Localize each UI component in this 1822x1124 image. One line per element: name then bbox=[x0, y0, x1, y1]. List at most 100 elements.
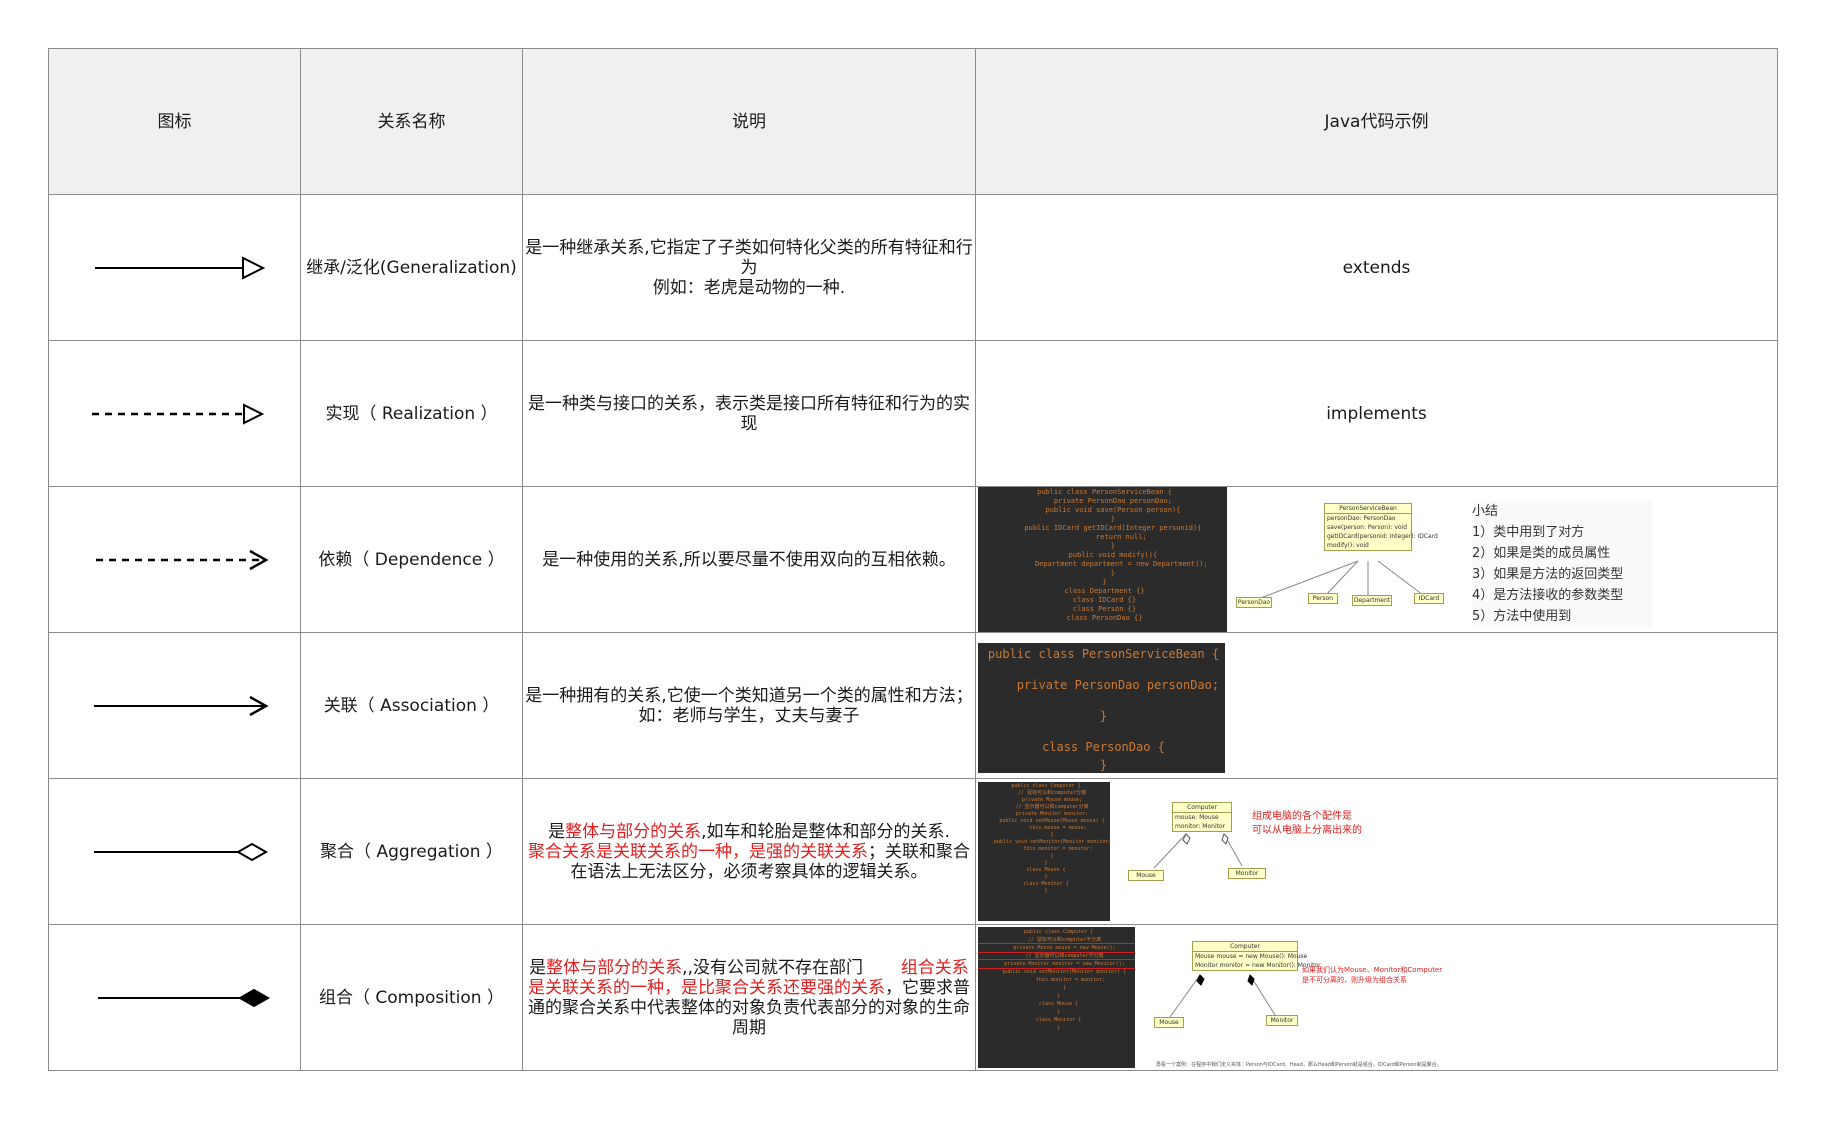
code-screenshot: public class PersonServiceBean { private… bbox=[978, 487, 1227, 632]
uml-leaf-title: Person bbox=[1312, 595, 1334, 602]
code-line: private Monitor monitor; bbox=[1003, 811, 1089, 817]
relation-name: 聚合（ Aggregation ） bbox=[300, 778, 523, 925]
example-cell: extends bbox=[975, 194, 1778, 341]
code-line: class Monitor { bbox=[1023, 881, 1069, 887]
uml-class-diagram: Computer mouse: Mouse monitor: Monitor M… bbox=[1124, 782, 1364, 921]
uml-class-title: Computer bbox=[1173, 803, 1231, 813]
uml-relationship-table: 图标 关系名称 说明 Java代码示例 继承/泛化(Generalization… bbox=[48, 48, 1778, 1071]
code-line: private PersonDao personDao; bbox=[1037, 497, 1172, 505]
example-cell: public class Computer { // 鼠标可以和computer… bbox=[975, 924, 1778, 1071]
uml-class-row: modify(): void bbox=[1327, 542, 1369, 549]
code-line: public void setMouse(Mouse mouse) { bbox=[987, 818, 1105, 824]
code-line: } bbox=[1044, 860, 1048, 866]
uml-class-diagram: PersonServiceBean personDao: PersonDao s… bbox=[1228, 487, 1465, 632]
code-line: this.monitor = monitor; bbox=[999, 846, 1093, 852]
uml-class-leaf: Monitor bbox=[1266, 1015, 1298, 1026]
example-cell: public class PersonServiceBean { private… bbox=[975, 632, 1778, 779]
code-line: public void setMonitor(Monitor monitor) … bbox=[990, 969, 1127, 975]
code-line: class PersonDao { bbox=[1042, 740, 1165, 754]
uml-class-row: getIDCard(personid: Integer): IDCard bbox=[1327, 533, 1438, 540]
example-cell: public class Computer { // 鼠标可以和computer… bbox=[975, 778, 1778, 925]
code-line: public IDCard getIDCard(Integer personid… bbox=[1007, 524, 1202, 532]
uml-class-row: Monitor monitor = new Monitor(): Monitor bbox=[1195, 962, 1321, 969]
summary-item: 1）类中用到了对方 bbox=[1472, 525, 1585, 540]
code-line: public class PersonServiceBean { bbox=[1037, 488, 1172, 496]
uml-leaf-title: Monitor bbox=[1235, 870, 1259, 877]
uml-class-row: Mouse mouse = new Mouse(): Mouse bbox=[1195, 953, 1308, 960]
code-line: class IDCard {} bbox=[1072, 596, 1137, 604]
uml-class-row: monitor: Monitor bbox=[1175, 823, 1226, 830]
relation-name: 依赖（ Dependence ） bbox=[300, 486, 523, 633]
code-line: class Department {} bbox=[1064, 587, 1145, 595]
uml-leaf-title: Department bbox=[1353, 597, 1391, 604]
code-line: class Mouse { bbox=[1038, 1001, 1079, 1007]
uml-class-row: personDao: PersonDao bbox=[1327, 515, 1396, 522]
dependence-icon-cell bbox=[48, 486, 301, 633]
aggregation-diamond-icon bbox=[93, 842, 268, 861]
uml-class-title: PersonServiceBean bbox=[1325, 504, 1411, 514]
code-line: private PersonDao personDao; bbox=[987, 678, 1220, 692]
uml-class-row: save(person: Person): void bbox=[1327, 524, 1408, 531]
code-line: public void modify(){ bbox=[1051, 551, 1158, 559]
code-line: public class Computer { bbox=[1023, 929, 1094, 935]
summary-item: 2）如果是类的成员属性 bbox=[1472, 546, 1611, 561]
code-line: class Monitor { bbox=[1035, 1017, 1082, 1023]
code-line: public void save(Person person){ bbox=[1028, 506, 1181, 514]
association-icon-cell bbox=[48, 632, 301, 779]
header-desc: 说明 bbox=[522, 48, 976, 195]
desc-part: 是 bbox=[548, 821, 566, 842]
row-aggregation: 聚合（ Aggregation ） 是整体与部分的关系,如车和轮胎是整体和部分的… bbox=[48, 778, 1778, 925]
composition-diamond-icon bbox=[97, 988, 270, 1007]
example-cell: implements bbox=[975, 340, 1778, 487]
code-line: this.monitor = monitor; bbox=[1011, 977, 1106, 983]
generalization-icon-cell bbox=[48, 194, 301, 341]
uml-class-leaf: Mouse bbox=[1128, 870, 1164, 881]
code-line: } bbox=[1099, 709, 1108, 723]
header-name: 关系名称 bbox=[300, 48, 523, 195]
desc-line: 如：老师与学生，丈夫与妻子 bbox=[638, 705, 860, 726]
code-line: return null; bbox=[1062, 533, 1147, 541]
code-line: // 鼠标可以和computer分离 bbox=[1005, 790, 1087, 796]
summary-item: 3）如果是方法的返回类型 bbox=[1472, 567, 1624, 582]
note-line: 如果我们认为Mouse、Monitor和Computer bbox=[1302, 966, 1443, 974]
uml-class-leaf: IDCard bbox=[1414, 593, 1444, 604]
desc-part: 是 bbox=[529, 957, 547, 978]
uml-class-row: mouse: Mouse bbox=[1175, 814, 1219, 821]
desc-line: 是一种类与接口的关系，表示类是接口所有特征和行为的实现 bbox=[528, 393, 970, 434]
summary-item: 5）方法中使用到 bbox=[1472, 609, 1572, 624]
row-association: 关联（ Association ） 是一种拥有的关系,它使一个类知道另一个类的属… bbox=[48, 632, 1778, 779]
note-line: 可以从电脑上分离出来的 bbox=[1252, 825, 1362, 836]
uml-class-leaf: Monitor bbox=[1228, 868, 1266, 879]
summary-title: 小结 bbox=[1472, 504, 1499, 519]
code-line: public class Computer { bbox=[1011, 783, 1081, 789]
desc-part: ,如车和轮胎是整体和部分的关系. bbox=[701, 821, 950, 842]
header-icon: 图标 bbox=[48, 48, 301, 195]
code-line: } bbox=[1093, 569, 1116, 577]
uml-class-leaf: Person bbox=[1308, 593, 1338, 604]
code-line: // 鼠标可以和computer不分离 bbox=[1015, 937, 1102, 943]
code-line: } bbox=[1050, 985, 1067, 991]
relation-desc: 是一种使用的关系,所以要尽量不使用双向的互相依赖。 bbox=[522, 486, 976, 633]
code-line: // 显示器可以和computer不分离 bbox=[1013, 953, 1104, 959]
uml-class-main: PersonServiceBean personDao: PersonDao s… bbox=[1324, 503, 1438, 551]
code-line: Department department = new Department()… bbox=[1001, 560, 1208, 568]
code-screenshot: public class PersonServiceBean { private… bbox=[978, 643, 1225, 773]
relation-desc: 是一种继承关系,它指定了子类如何特化父类的所有特征和行为 例如：老虎是动物的一种… bbox=[522, 194, 976, 341]
relation-name: 继承/泛化(Generalization) bbox=[300, 194, 523, 341]
relation-desc: 是整体与部分的关系,如车和轮胎是整体和部分的关系. 聚合关系是关联关系的一种，是强… bbox=[522, 778, 976, 925]
example-cell: public class PersonServiceBean { private… bbox=[975, 486, 1778, 633]
code-line: private Mouse mouse; bbox=[1009, 797, 1083, 803]
code-line: } bbox=[1056, 1025, 1060, 1031]
dependence-arrow-icon bbox=[95, 549, 269, 570]
relation-desc: 是一种类与接口的关系，表示类是接口所有特征和行为的实现 bbox=[522, 340, 976, 487]
row-generalization: 继承/泛化(Generalization) 是一种继承关系,它指定了子类如何特化… bbox=[48, 194, 1778, 341]
row-realization: 实现（ Realization ） 是一种类与接口的关系，表示类是接口所有特征和… bbox=[48, 340, 1778, 487]
desc-part-highlight: 聚合关系是关联关系的一种，是强的关联关系 bbox=[528, 841, 868, 862]
diagram-caption: 再看一个案例：在程序中我们定义实体：Person与IDCard、Head，那么H… bbox=[1156, 1062, 1442, 1068]
desc-part-highlight: 整体与部分的关系 bbox=[565, 821, 702, 842]
code-line: public void setMonitor(Monitor monitor) … bbox=[982, 839, 1110, 845]
summary-box: 小结 1）类中用到了对方 2）如果是类的成员属性 3）如果是方法的返回类型 4）… bbox=[1472, 501, 1652, 627]
code-line: } bbox=[1102, 578, 1107, 586]
code-line: } bbox=[1099, 758, 1108, 772]
